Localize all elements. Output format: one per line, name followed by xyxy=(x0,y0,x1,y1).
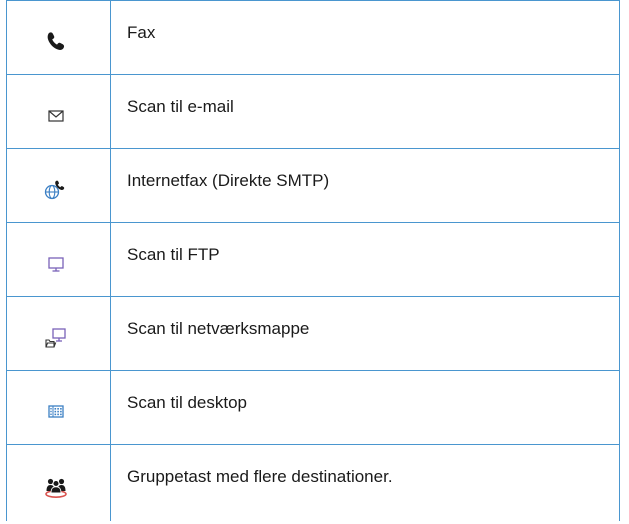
desktop-grid-icon xyxy=(48,405,64,418)
table-row: Internetfax (Direkte SMTP) xyxy=(6,148,620,223)
icon-cell xyxy=(6,296,111,371)
icon-cell xyxy=(6,444,111,521)
icon-cell xyxy=(6,0,111,75)
table-row: Gruppetast med flere destinationer. xyxy=(6,444,620,521)
network-folder-icon xyxy=(45,328,66,348)
group-icon xyxy=(45,478,67,498)
row-label: Internetfax (Direkte SMTP) xyxy=(110,148,620,223)
phone-icon xyxy=(47,32,65,50)
table-row: Fax xyxy=(6,0,620,75)
table-row: Scan til desktop xyxy=(6,370,620,445)
destination-table: Fax Scan til e-mail Internetfax (Direkte… xyxy=(6,0,620,521)
row-label: Scan til e-mail xyxy=(110,74,620,149)
row-label: Gruppetast med flere destinationer. xyxy=(110,444,620,521)
table-row: Scan til netværksmappe xyxy=(6,296,620,371)
icon-cell xyxy=(6,370,111,445)
row-label: Scan til desktop xyxy=(110,370,620,445)
envelope-icon xyxy=(48,110,64,122)
globe-phone-icon xyxy=(44,180,65,200)
monitor-icon xyxy=(48,257,64,272)
row-label: Scan til netværksmappe xyxy=(110,296,620,371)
icon-cell xyxy=(6,74,111,149)
table-row: Scan til e-mail xyxy=(6,74,620,149)
row-label: Fax xyxy=(110,0,620,75)
icon-cell xyxy=(6,222,111,297)
icon-cell xyxy=(6,148,111,223)
table-row: Scan til FTP xyxy=(6,222,620,297)
row-label: Scan til FTP xyxy=(110,222,620,297)
